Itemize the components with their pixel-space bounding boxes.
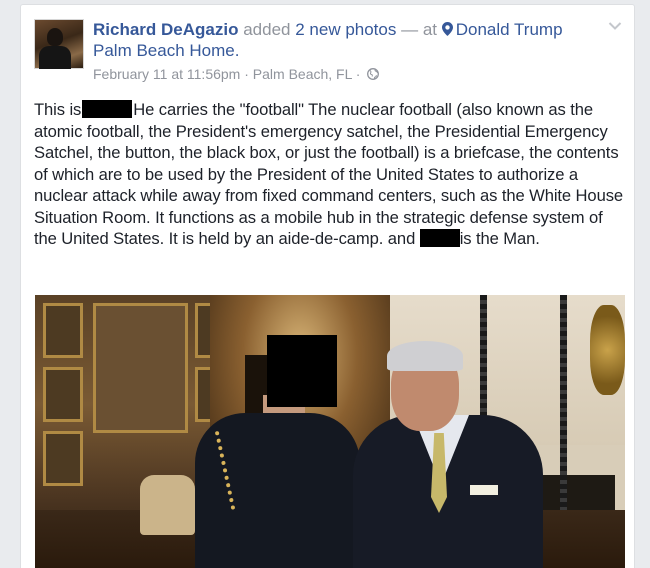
post-text-part1: This is bbox=[34, 100, 82, 119]
post-card: Richard DeAgazio added 2 new photos — at… bbox=[20, 4, 635, 568]
photo-chair bbox=[140, 475, 195, 535]
chevron-down-icon[interactable] bbox=[608, 21, 622, 31]
post-timestamp-link[interactable]: February 11 at 11:56pm bbox=[93, 66, 240, 82]
photo-tapestry bbox=[93, 303, 188, 433]
post-meta: February 11 at 11:56pm · Palm Beach, FL … bbox=[93, 65, 593, 83]
meta-separator: · bbox=[244, 66, 249, 82]
at-separator: — at bbox=[401, 20, 438, 39]
author-avatar[interactable] bbox=[34, 19, 84, 69]
post-header-line: Richard DeAgazio added 2 new photos — at… bbox=[93, 19, 593, 61]
author-name-link[interactable]: Richard DeAgazio bbox=[93, 20, 238, 39]
photo-person-right-hair bbox=[387, 341, 463, 371]
post-text: This is He carries the "football" The nuc… bbox=[34, 99, 624, 250]
photo-panel bbox=[43, 367, 83, 422]
photo-face-redaction bbox=[267, 335, 337, 407]
photo-pocket-square bbox=[470, 485, 498, 495]
photo-ornament bbox=[590, 305, 625, 395]
post-photo[interactable] bbox=[35, 295, 625, 568]
post-text-part3: is the Man. bbox=[459, 229, 540, 248]
meta-separator-2: · bbox=[355, 66, 361, 82]
redaction-box bbox=[419, 229, 460, 247]
post-header: Richard DeAgazio added 2 new photos — at… bbox=[93, 19, 593, 83]
post-text-part2: He carries the "football" The nuclear fo… bbox=[34, 100, 624, 248]
location-pin-icon bbox=[441, 22, 453, 36]
photo-panel bbox=[43, 303, 83, 358]
redaction-box bbox=[82, 100, 133, 118]
globe-icon[interactable] bbox=[367, 68, 380, 80]
post-location-link[interactable]: Palm Beach, FL bbox=[253, 66, 352, 82]
photo-panel bbox=[43, 431, 83, 486]
action-text: added bbox=[243, 20, 291, 39]
photos-link[interactable]: 2 new photos bbox=[295, 20, 396, 39]
